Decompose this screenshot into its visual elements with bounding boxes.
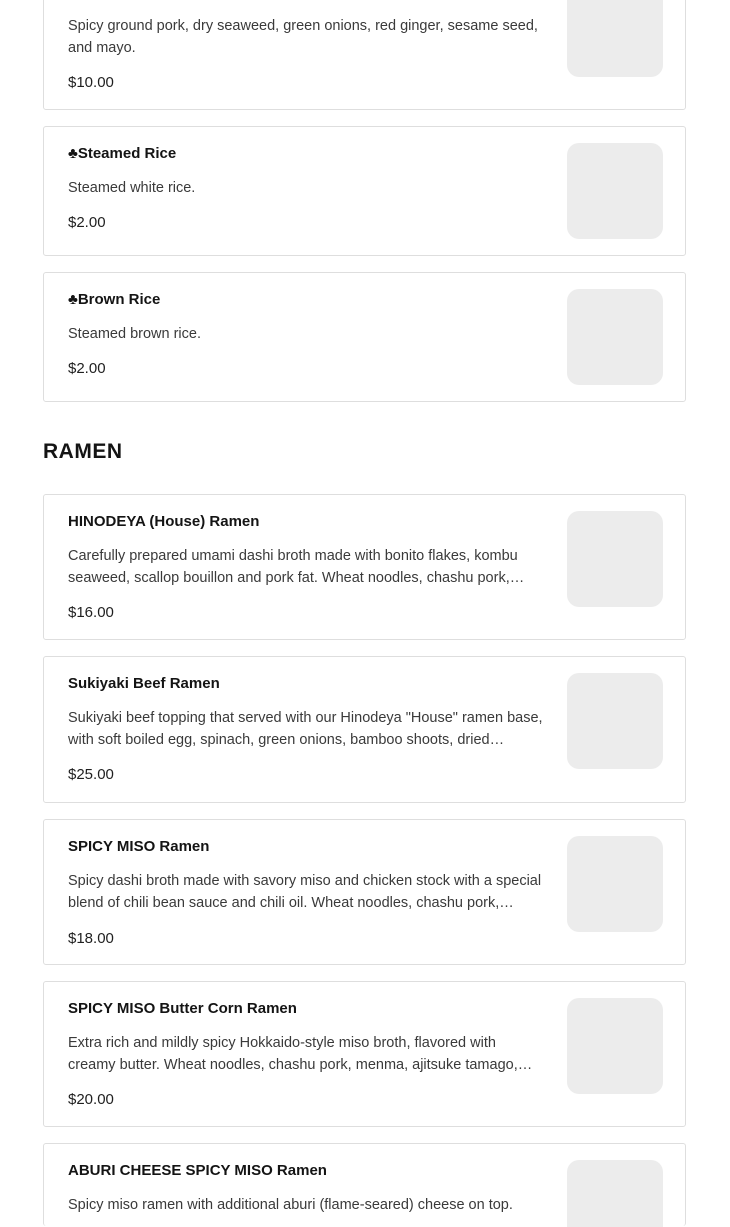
menu-item-description: Spicy ground pork, dry seaweed, green on… [68, 18, 538, 56]
menu-item-card[interactable]: SPICY MISO Butter Corn Ramen Extra rich … [43, 981, 686, 1127]
menu-item-card[interactable]: ABURI CHEESE SPICY MISO Ramen Spicy miso… [43, 1143, 686, 1227]
menu-item-price: $25.00 [68, 766, 114, 783]
menu-item-price: $18.00 [68, 930, 114, 947]
menu-item-image [567, 511, 663, 607]
menu-item-image [567, 0, 663, 77]
menu-item-image [567, 673, 663, 769]
menu-item-name: HINODEYA (House) Ramen [68, 513, 260, 530]
menu-item-description: Steamed brown rice. [68, 326, 201, 342]
menu-item-description: Sukiyaki beef topping that served with o… [68, 710, 543, 748]
menu-item-name: Sukiyaki Beef Ramen [68, 675, 220, 692]
menu-item-image [567, 143, 663, 239]
menu-item-price: $2.00 [68, 214, 106, 231]
menu-item-description: Steamed white rice. [68, 180, 196, 196]
menu-item-image [567, 289, 663, 385]
menu-item-card[interactable]: SPICY MISO Ramen Spicy dashi broth made … [43, 819, 686, 965]
menu-item-price: $16.00 [68, 604, 114, 621]
menu-item-name: SPICY MISO Ramen [68, 838, 210, 855]
menu-item-card[interactable]: ♣Brown Rice Steamed brown rice. $2.00 [43, 272, 686, 402]
menu-item-price: $2.00 [68, 360, 106, 377]
menu-item-name: ABURI CHEESE SPICY MISO Ramen [68, 1162, 327, 1179]
menu-item-card[interactable]: ♣Steamed Rice Steamed white rice. $2.00 [43, 126, 686, 256]
menu-item-description: Spicy miso ramen with additional aburi (… [68, 1197, 513, 1213]
menu-item-card[interactable]: Sukiyaki Beef Ramen Sukiyaki beef toppin… [43, 656, 686, 803]
menu-item-description: Spicy dashi broth made with savory miso … [68, 873, 542, 911]
menu-item-image [567, 998, 663, 1094]
menu-item-price: $20.00 [68, 1091, 114, 1108]
menu-item-image [567, 1160, 663, 1227]
menu-item-name: SPICY MISO Butter Corn Ramen [68, 1000, 297, 1017]
menu-item-card[interactable]: HINODEYA (House) Ramen Carefully prepare… [43, 494, 686, 640]
menu-item-description: Extra rich and mildly spicy Hokkaido-sty… [68, 1035, 518, 1073]
menu-item-name: ♣Brown Rice [68, 291, 161, 308]
menu-item-image [567, 836, 663, 932]
menu-item-price: $10.00 [68, 74, 114, 91]
menu-item-description: Carefully prepared umami dashi broth mad… [68, 548, 518, 586]
menu-item-card[interactable]: Spicy ground pork, dry seaweed, green on… [43, 0, 686, 110]
section-title-ramen: RAMEN [43, 440, 123, 463]
menu-item-name: ♣Steamed Rice [68, 145, 177, 162]
